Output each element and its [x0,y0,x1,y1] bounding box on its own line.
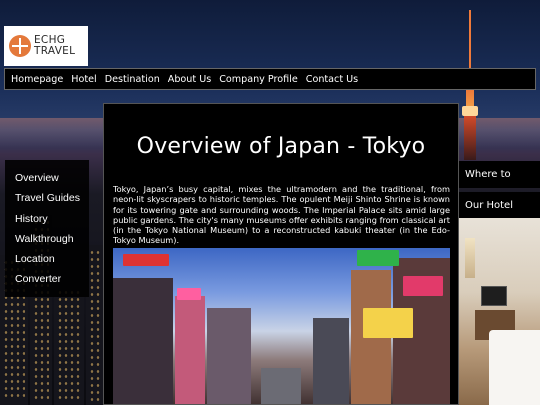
site-logo[interactable]: ECHG TRAVEL [4,26,88,66]
overview-text: Tokyo, Japan’s busy capital, mixes the u… [113,184,450,246]
sidebar-item-travel-guides[interactable]: Travel Guides [5,188,89,208]
nav-contact-us[interactable]: Contact Us [306,74,358,85]
nav-destination[interactable]: Destination [105,74,160,85]
page-title: Overview of Japan - Tokyo [136,134,426,159]
logo-text: ECHG TRAVEL [34,35,75,57]
sidebar-item-converter[interactable]: Converter [5,269,89,289]
hotel-room-image [459,218,540,405]
logo-text-line2: TRAVEL [34,45,76,57]
sidebar-item-location[interactable]: Location [5,249,89,269]
sidebar-item-history[interactable]: History [5,209,89,229]
nav-homepage[interactable]: Homepage [11,74,63,85]
nav-company-profile[interactable]: Company Profile [219,74,298,85]
globe-icon [9,35,31,57]
nav-hotel[interactable]: Hotel [71,74,96,85]
where-to-stay-link[interactable]: Where to stay? [459,161,540,207]
sidebar-item-walkthrough[interactable]: Walkthrough [5,229,89,249]
main-navigation: Homepage Hotel Destination About Us Comp… [4,68,536,90]
tokyo-street-photo [113,248,450,404]
nav-about-us[interactable]: About Us [168,74,211,85]
our-hotel-page-link[interactable]: Our Hotel page [459,192,540,238]
tv-image-detail [481,286,507,306]
main-content: Overview of Japan - Tokyo Tokyo, Japan’s… [103,103,459,405]
sidebar-menu: Overview Travel Guides History Walkthrou… [5,160,89,297]
sidebar-item-overview[interactable]: Overview [5,168,89,188]
